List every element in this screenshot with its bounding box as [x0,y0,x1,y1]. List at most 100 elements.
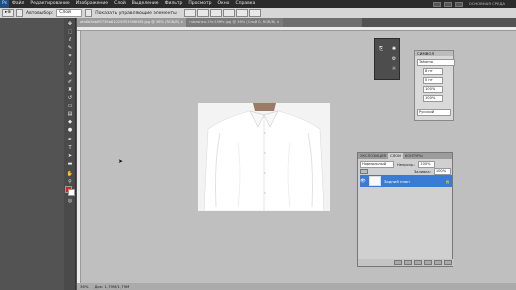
align-buttons [183,9,261,17]
path-select-tool-icon[interactable]: ➤ [66,153,74,159]
tab-paths[interactable]: КОНТУРЫ [402,153,425,159]
align-center-button[interactable] [235,9,248,17]
menu-help[interactable]: Справка [232,0,258,8]
pen-tool-icon[interactable]: ✒ [66,137,74,143]
layer-name[interactable]: Задний план [384,179,410,184]
shape-tool-icon[interactable]: ▬ [66,161,74,167]
new-group-icon[interactable] [424,260,432,265]
blur-tool-icon[interactable]: ◆ [66,119,74,125]
align-top-button[interactable] [183,9,196,17]
options-bar: ▸⊕ Автовыбор: Слой Показать управляющие … [0,8,516,18]
align-left-button[interactable] [222,9,235,17]
layers-panel-tabs: ЭКСПОЗИЦИЯ СЛОИ КОНТУРЫ [358,153,452,159]
eraser-tool-icon[interactable]: ▭ [66,103,74,109]
tab-adjustments[interactable]: ЭКСПОЗИЦИЯ [358,153,389,159]
status-doc-size[interactable]: Док: 1,79М/1,79М [91,284,132,289]
crop-tool-icon[interactable]: ⌗ [66,53,74,59]
ps-logo: Ps [0,0,9,8]
history-brush-tool-icon[interactable]: ↺ [66,95,74,101]
menu-layer[interactable]: Слой [111,0,129,8]
hand-tool-icon[interactable]: ✋ [66,171,74,177]
autoselect-dropdown[interactable]: Слой [56,9,83,17]
brushes-panel-icon[interactable]: ⚙ [390,55,398,63]
navigator-panel-icon[interactable]: ✺ [390,45,398,53]
panel-dock-strip: ⎘ ✺ ⚙ ☼ [374,38,400,80]
menu-window[interactable]: Окно [214,0,232,8]
menu-edit[interactable]: Редактирование [27,0,72,8]
align-middle-button[interactable] [196,9,209,17]
add-mask-icon[interactable] [414,260,422,265]
align-bottom-button[interactable] [209,9,222,17]
tracking-field[interactable]: 0 пт [423,77,443,84]
layers-fill-row: Заливка: 100% [360,168,451,175]
lock-icon[interactable] [360,169,368,174]
fill-label: Заливка: [414,169,431,174]
autoselect-checkbox[interactable] [16,9,24,17]
zoom-tool-icon[interactable]: ⚲ [66,179,74,185]
healing-brush-tool-icon[interactable]: ✚ [66,71,74,77]
toolbox: ✥ ⬚ ℓ ✎ ⌗ ⁄ ✚ ✐ ♜ ↺ ▭ ▤ ◆ ● ✒ T ➤ ▬ ✋ ⚲ … [64,18,76,290]
menu-image[interactable]: Изображение [73,0,111,8]
workspace-button-3[interactable] [454,1,463,7]
status-bar: 36% Док: 1,79М/1,79М [77,283,516,290]
move-tool-icon[interactable]: ✥ [66,21,74,27]
fill-field[interactable]: 100% [433,168,451,175]
clone-source-panel-icon[interactable]: ☼ [390,65,398,73]
type-tool-icon[interactable]: T [66,145,74,151]
opacity-label: Непрозр.: [397,162,416,167]
marquee-tool-icon[interactable]: ⬚ [66,29,74,35]
layers-panel: ЭКСПОЗИЦИЯ СЛОИ КОНТУРЫ Нормальный Непро… [357,152,454,267]
autoselect-label: Автовыбор: [26,10,54,16]
language-field[interactable]: Русский [417,109,451,116]
character-panel: СИМВОЛ Tahoma 8 пт 0 пт 100% 100% Русски… [414,50,455,121]
tab-document-active[interactable]: afa8b5bbff5739a61025ff53396f4f5.jpg @ 36… [77,18,187,27]
layer-visibility-eye-icon[interactable]: 👁 [360,179,366,184]
background-color-swatch[interactable] [68,189,75,196]
font-size-field[interactable]: 8 пт [423,68,443,75]
menu-file[interactable]: Файл [9,0,27,8]
tab-document-second[interactable]: rubashka-19r-55fffc.jpg @ 36% (Слой 0, R… [186,18,283,27]
brush-tool-icon[interactable]: ✐ [66,79,74,85]
tool-preset-button[interactable]: ▸⊕ [2,9,15,17]
quick-mask-icon[interactable]: ◎ [66,198,74,204]
workspace-button-1[interactable] [432,1,441,7]
scale-field[interactable]: 100% [423,95,443,102]
new-layer-icon[interactable] [434,260,442,265]
delete-layer-icon[interactable] [444,260,452,265]
clone-stamp-tool-icon[interactable]: ♜ [66,87,74,93]
add-style-icon[interactable] [404,260,412,265]
workspace-label[interactable]: ОСНОВНАЯ СРЕДА [466,0,508,8]
character-panel-title[interactable]: СИМВОЛ [415,51,453,56]
document-image-shirt[interactable] [198,103,330,211]
align-right-button[interactable] [248,9,261,17]
menu-right-group: ОСНОВНАЯ СРЕДА [432,0,516,8]
transform-label: Показать управляющие элементы [95,10,177,16]
transform-checkbox[interactable] [85,9,93,17]
eyedropper-tool-icon[interactable]: ⁄ [66,61,74,67]
history-panel-icon[interactable]: ⎘ [377,45,385,53]
menu-bar: Ps Файл Редактирование Изображение Слой … [0,0,516,8]
layer-row-background[interactable]: 👁 Задний план 🔒 [360,175,452,187]
layers-blend-row: Нормальный Непрозр.: 100% [360,161,436,168]
mouse-cursor-icon: ➤ [118,158,124,165]
font-family-field[interactable]: Tahoma [417,59,455,66]
dodge-tool-icon[interactable]: ● [66,127,74,133]
layer-thumbnail [369,176,381,186]
status-zoom[interactable]: 36% [77,284,91,289]
blend-mode-dropdown[interactable]: Нормальный [360,161,394,168]
shirt-photo [198,103,330,211]
workspace-button-2[interactable] [443,1,452,7]
opacity-field[interactable]: 100% [418,161,436,168]
tab-layers[interactable]: СЛОИ [388,153,403,159]
gradient-tool-icon[interactable]: ▤ [66,111,74,117]
link-layers-icon[interactable] [394,260,402,265]
layer-lock-icon: 🔒 [445,178,450,184]
quick-select-tool-icon[interactable]: ✎ [66,45,74,51]
menu-filter[interactable]: Фильтр [162,0,186,8]
document-tabs: afa8b5bbff5739a61025ff53396f4f5.jpg @ 36… [77,18,362,27]
menu-view[interactable]: Просмотр [185,0,214,8]
layers-footer [358,259,454,266]
menu-select[interactable]: Выделение [129,0,162,8]
leading-field[interactable]: 100% [423,86,443,93]
lasso-tool-icon[interactable]: ℓ [66,37,74,43]
